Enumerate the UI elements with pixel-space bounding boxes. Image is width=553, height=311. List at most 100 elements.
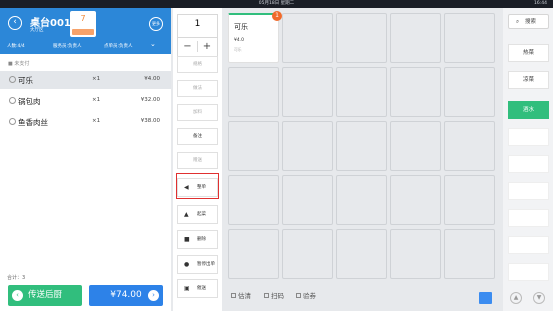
empty-slot xyxy=(444,121,495,171)
category-empty xyxy=(508,155,549,173)
category-empty xyxy=(508,128,549,146)
category-empty xyxy=(508,209,549,227)
item-radio[interactable] xyxy=(9,97,16,104)
pause-order-button[interactable]: ● 暂停出单 xyxy=(177,255,218,274)
start-dish-label: 起菜 xyxy=(197,212,206,217)
category-empty xyxy=(508,182,549,200)
note-button[interactable]: 备注 xyxy=(177,128,218,145)
pause-order-label: 暂停出单 xyxy=(197,262,215,267)
empty-slot xyxy=(336,13,387,63)
category-empty xyxy=(508,263,549,281)
item-name: 鱼香肉丝 xyxy=(18,118,48,127)
guest-count-card[interactable]: 7 xyxy=(70,11,96,37)
empty-slot xyxy=(282,229,333,279)
empty-slot xyxy=(228,175,279,225)
empty-slot xyxy=(444,229,495,279)
gift-button[interactable]: 赠送 xyxy=(177,152,218,169)
pay-button[interactable]: ¥74.00 › xyxy=(89,285,163,306)
search-icon: ⌕ xyxy=(516,19,520,25)
category-empty xyxy=(508,236,549,254)
order-item[interactable]: 鱼香肉丝 ×1 ¥38.00 xyxy=(0,113,171,131)
delete-label: 删除 xyxy=(197,237,206,242)
empty-slot xyxy=(390,175,441,225)
pay-amount: ¥74.00 xyxy=(110,290,142,300)
more-button[interactable]: 更多 xyxy=(149,17,163,31)
start-dish-button[interactable]: ▲ 起菜 xyxy=(177,205,218,224)
empty-slot xyxy=(390,67,441,117)
dish-icon: ▲ xyxy=(184,211,189,218)
action-column: 1 − + 规格 做法 加料 备注 赠送 ◀ 整单 ▲ 起菜 ■ 删除 ● 暂停… xyxy=(173,8,222,311)
coupon-icon xyxy=(296,293,301,298)
item-price: ¥32.00 xyxy=(140,97,160,103)
method-button[interactable]: 做法 xyxy=(177,80,218,97)
delete-button[interactable]: ■ 删除 xyxy=(177,230,218,249)
search-button[interactable]: ⌕ 搜索 xyxy=(508,14,549,29)
chevron-down-icon[interactable]: ⌄ xyxy=(150,37,156,51)
dish-price: ¥4.0 xyxy=(234,38,245,43)
scan-icon xyxy=(264,293,269,298)
empty-slot xyxy=(336,229,387,279)
order-item[interactable]: 可乐 ×1 ¥4.00 xyxy=(0,71,171,89)
info-bar: 人数:4/4 服务员:负责人 点单员:负责人 ⌄ xyxy=(0,40,171,54)
pause-icon: ● xyxy=(184,261,190,268)
urge-label: 催送 xyxy=(197,286,206,291)
status-datetime: 05月18日 星期二 xyxy=(258,1,295,6)
item-qty: ×1 xyxy=(92,97,101,103)
empty-slot xyxy=(228,121,279,171)
coupon-button[interactable]: 验券 xyxy=(296,290,316,300)
order-panel: ‹ 桌台001 大厅区 7 更多 人数:4/4 服务员:负责人 点单员:负责人 … xyxy=(0,8,171,311)
orderer-label: 点单员:负责人 xyxy=(104,44,133,49)
item-radio[interactable] xyxy=(9,118,16,125)
guest-count-bar xyxy=(72,29,94,35)
spec-button[interactable]: 规格 xyxy=(177,56,218,73)
status-time: 16:44 xyxy=(534,1,547,6)
empty-slot xyxy=(444,13,495,63)
send-label: 传送后厨 xyxy=(27,290,62,300)
empty-slot xyxy=(282,121,333,171)
empty-slot xyxy=(228,229,279,279)
people-count: 人数:4/4 xyxy=(7,44,25,49)
estimate-icon xyxy=(231,293,236,298)
category-hot-dishes[interactable]: 热菜 xyxy=(508,44,549,62)
unpaid-section-label: ■ 未支付 xyxy=(8,61,30,67)
chevron-up-icon[interactable]: ▲ xyxy=(510,292,522,304)
dish-card[interactable]: 可乐 ¥4.0 可乐 xyxy=(228,13,279,63)
arrow-left-icon: ‹ xyxy=(12,290,23,301)
empty-slot xyxy=(444,67,495,117)
empty-slot xyxy=(390,229,441,279)
empty-slot xyxy=(444,175,495,225)
guest-count: 7 xyxy=(80,14,86,23)
quantity-stepper[interactable]: 1 − + xyxy=(177,14,218,58)
arrow-right-icon: › xyxy=(148,290,159,301)
estimate-button[interactable]: 估清 xyxy=(231,290,251,300)
item-qty: ×1 xyxy=(92,118,101,124)
minus-button[interactable]: − xyxy=(178,41,198,52)
chevron-down-icon[interactable]: ▼ xyxy=(533,292,545,304)
urge-button[interactable]: ▣ 催送 xyxy=(177,279,218,298)
search-label: 搜索 xyxy=(525,19,537,25)
empty-slot xyxy=(336,175,387,225)
item-price: ¥38.00 xyxy=(140,118,160,124)
urge-icon: ▣ xyxy=(184,285,190,292)
category-cold-dishes[interactable]: 凉菜 xyxy=(508,71,549,89)
empty-slot xyxy=(336,121,387,171)
item-price: ¥4.00 xyxy=(144,76,160,82)
back-button[interactable]: ‹ xyxy=(8,16,22,30)
item-qty: ×1 xyxy=(92,76,101,82)
order-item[interactable]: 锅包肉 ×1 ¥32.00 xyxy=(0,92,171,110)
total-count: 合计：3 xyxy=(7,275,26,281)
extra-button[interactable]: 加料 xyxy=(177,104,218,121)
dish-subtitle: 可乐 xyxy=(234,47,242,52)
highlight-box xyxy=(176,173,219,199)
page-indicator[interactable] xyxy=(479,292,492,304)
dish-name: 可乐 xyxy=(234,23,248,31)
category-drinks[interactable]: 酒水 xyxy=(508,101,549,119)
plus-button[interactable]: + xyxy=(197,41,217,52)
item-radio[interactable] xyxy=(9,76,16,83)
send-to-kitchen-button[interactable]: ‹ 传送后厨 xyxy=(8,285,82,306)
category-panel: ⌕ 搜索 热菜 凉菜 酒水 ▲ ▼ xyxy=(503,8,553,311)
quantity-value: 1 xyxy=(178,19,217,38)
empty-slot xyxy=(282,13,333,63)
scan-button[interactable]: 扫码 xyxy=(264,290,284,300)
empty-slot xyxy=(390,121,441,171)
